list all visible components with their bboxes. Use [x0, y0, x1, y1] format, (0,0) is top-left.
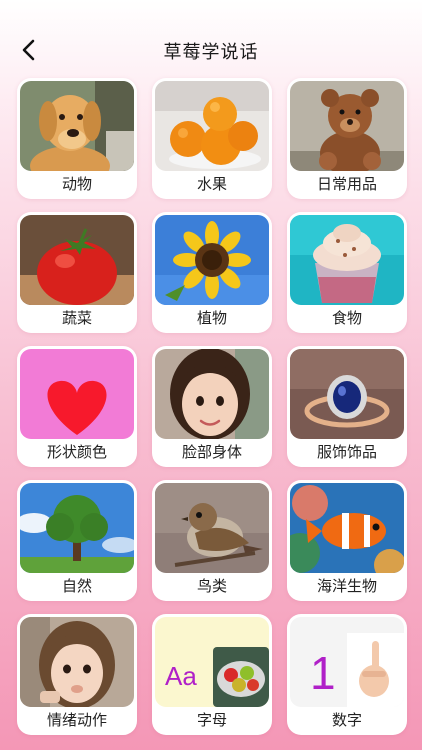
category-card-vegetables[interactable]: 蔬菜	[17, 212, 137, 333]
category-label: 服饰饰品	[316, 443, 377, 461]
girl-eating-image	[20, 617, 134, 707]
letters-apples-image: Aa	[155, 617, 269, 707]
oranges-image	[155, 81, 269, 171]
category-card-face-body[interactable]: 脸部身体	[152, 346, 272, 467]
category-card-animals[interactable]: 动物	[17, 78, 137, 199]
category-label: 蔬菜	[61, 309, 92, 327]
category-label: 形状颜色	[46, 443, 107, 461]
category-label: 情绪动作	[46, 711, 107, 729]
tomato-image	[20, 215, 134, 305]
teddy-bear-image	[290, 81, 404, 171]
category-card-accessories[interactable]: 服饰饰品	[287, 346, 407, 467]
category-label: 日常用品	[316, 175, 377, 193]
girl-face-image	[155, 349, 269, 439]
category-card-numbers[interactable]: 1 数字	[287, 614, 407, 735]
category-card-letters[interactable]: Aa 字母	[152, 614, 272, 735]
category-card-sea-life[interactable]: 海洋生物	[287, 480, 407, 601]
category-label: 数字	[331, 711, 362, 729]
category-label: 海洋生物	[316, 577, 377, 595]
category-grid: 动物 水果 日常用品 蔬菜 植物 食物 形状颜色 脸部身体 服饰饰品 自然 鸟类…	[17, 78, 407, 735]
category-label: 动物	[61, 175, 92, 193]
sunflower-image	[155, 215, 269, 305]
dog-image	[20, 81, 134, 171]
category-card-nature[interactable]: 自然	[17, 480, 137, 601]
clownfish-image	[290, 483, 404, 573]
ice-cream-image	[290, 215, 404, 305]
category-label: 自然	[61, 577, 92, 595]
letter-glyph: Aa	[165, 661, 197, 691]
page-title: 草莓学说话	[163, 42, 259, 63]
category-card-food[interactable]: 食物	[287, 212, 407, 333]
ring-image	[290, 349, 404, 439]
category-label: 字母	[196, 711, 227, 729]
category-card-daily-items[interactable]: 日常用品	[287, 78, 407, 199]
category-label: 食物	[331, 309, 362, 327]
sparrow-image	[155, 483, 269, 573]
number-glyph: 1	[310, 647, 336, 699]
heart-image	[20, 349, 134, 439]
category-card-plants[interactable]: 植物	[152, 212, 272, 333]
category-card-birds[interactable]: 鸟类	[152, 480, 272, 601]
tree-image	[20, 483, 134, 573]
category-card-fruits[interactable]: 水果	[152, 78, 272, 199]
number-hand-image: 1	[290, 617, 404, 707]
category-label: 脸部身体	[181, 443, 242, 461]
category-card-emotions-actions[interactable]: 情绪动作	[17, 614, 137, 735]
category-label: 水果	[196, 175, 227, 193]
category-label: 植物	[196, 309, 227, 327]
category-label: 鸟类	[196, 577, 227, 595]
category-card-shapes-colors[interactable]: 形状颜色	[17, 346, 137, 467]
